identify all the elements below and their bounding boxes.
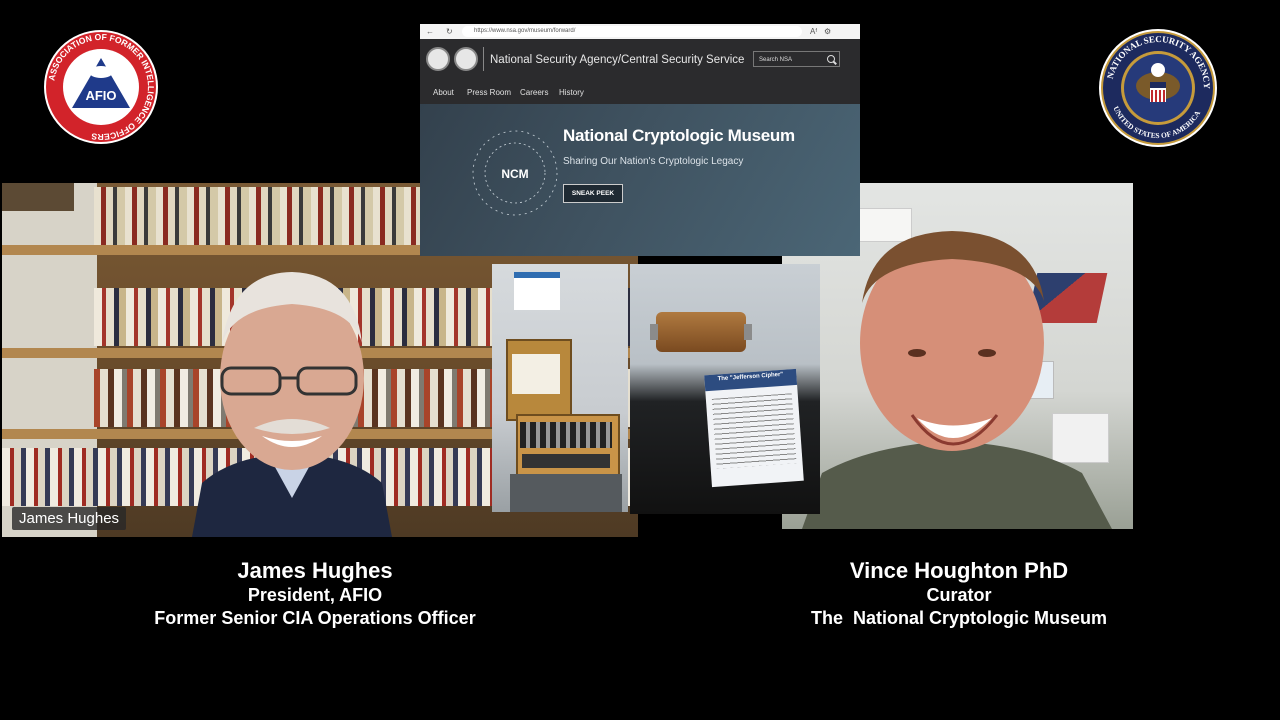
nav-press-room[interactable]: Press Room (467, 88, 511, 97)
browser-toolbar: ← ↻ https://www.nsa.gov/museum/forward/ … (420, 24, 860, 40)
right-speaker-title: The National Cryptologic Museum (810, 608, 1108, 628)
right-speaker-role: Curator (926, 585, 992, 605)
back-icon[interactable]: ← (426, 26, 434, 37)
nav-about[interactable]: About (433, 88, 454, 97)
css-seal-icon[interactable] (454, 47, 478, 71)
browser-window: ← ↻ https://www.nsa.gov/museum/forward/ … (420, 24, 860, 256)
nav-history[interactable]: History (559, 88, 584, 97)
left-speaker-title: Former Senior CIA Operations Officer (154, 608, 476, 628)
presenter-left-person (192, 268, 392, 537)
hero-title: National Cryptologic Museum (563, 126, 795, 145)
hero-subtitle: Sharing Our Nation's Cryptologic Legacy (563, 156, 744, 167)
ncm-letters: NCM (501, 167, 528, 181)
sneak-peek-button[interactable]: SNEAK PEEK (563, 184, 623, 203)
ncm-letter-wheel: NCM (472, 130, 558, 216)
refresh-icon[interactable]: ↻ (446, 26, 453, 37)
nsa-seal-logo: NATIONAL SECURITY AGENCY UNITED STATES O… (1098, 28, 1218, 148)
jefferson-cipher-photo: The "Jefferson Cipher" (630, 264, 820, 514)
url-bar[interactable]: https://www.nsa.gov/museum/forward/ (462, 26, 802, 37)
search-input[interactable]: Search NSA (753, 51, 840, 67)
participant-name-tag: James Hughes (12, 507, 127, 530)
hero-banner: NCM National Cryptologic Museum Sharing … (420, 104, 860, 256)
extensions-icon[interactable]: ⚙ (824, 26, 831, 37)
jefferson-placard: The "Jefferson Cipher" (704, 368, 804, 488)
nsa-seal-icon[interactable] (426, 47, 450, 71)
site-header: National Security Agency/Central Securit… (420, 39, 860, 104)
reader-icon[interactable]: Aᶠ (810, 26, 817, 37)
search-icon[interactable] (827, 55, 835, 63)
nav-careers[interactable]: Careers (520, 88, 548, 97)
enigma-photo (492, 264, 628, 512)
search-placeholder: Search NSA (759, 57, 793, 63)
right-speaker-name: Vince Houghton PhD (849, 558, 1069, 583)
left-speaker-name: James Hughes (237, 558, 393, 583)
left-speaker-role: President, AFIO (247, 585, 383, 605)
afio-abbrev: AFIO (85, 88, 116, 103)
placard-title: The "Jefferson Cipher" (717, 371, 784, 383)
site-title[interactable]: National Security Agency/Central Securit… (490, 54, 744, 66)
afio-logo: ASSOCIATION OF FORMER INTELLIGENCE OFFIC… (42, 28, 160, 146)
